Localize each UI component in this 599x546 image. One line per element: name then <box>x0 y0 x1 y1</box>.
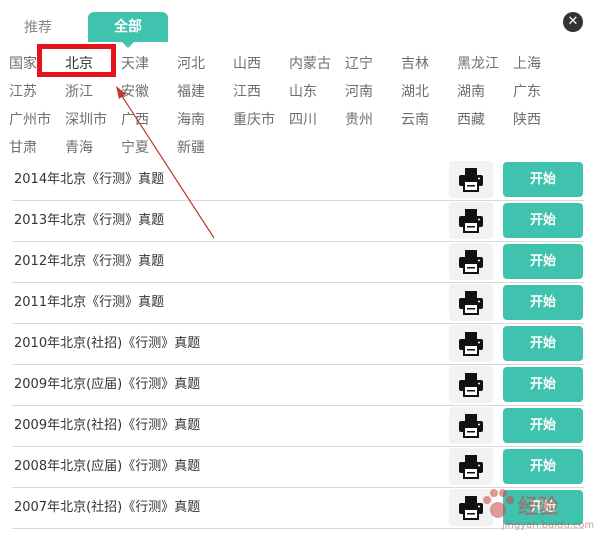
printer-icon <box>459 373 483 397</box>
print-button[interactable] <box>449 284 493 321</box>
region-9[interactable]: 上海 <box>513 54 541 74</box>
start-button[interactable]: 开始 <box>503 326 583 361</box>
start-button[interactable]: 开始 <box>503 162 583 197</box>
tab-all[interactable]: 全部 <box>88 12 168 48</box>
region-20[interactable]: 广州市 <box>9 110 51 130</box>
start-button[interactable]: 开始 <box>503 367 583 402</box>
exam-row: 2009年北京(社招)《行测》真题 开始 <box>12 406 584 447</box>
region-28[interactable]: 西藏 <box>457 110 485 130</box>
exam-row: 2012年北京《行测》真题 开始 <box>12 242 584 283</box>
exam-row: 2010年北京(社招)《行测》真题 开始 <box>12 324 584 365</box>
watermark-url: jingyan.baidu.com <box>502 520 595 531</box>
region-7[interactable]: 吉林 <box>401 54 429 74</box>
exam-row: 2008年北京(应届)《行测》真题 开始 <box>12 447 584 488</box>
exam-title[interactable]: 2014年北京《行测》真题 <box>14 160 164 200</box>
region-13[interactable]: 福建 <box>177 82 205 102</box>
region-26[interactable]: 贵州 <box>345 110 373 130</box>
exam-title[interactable]: 2009年北京(应届)《行测》真题 <box>14 365 200 405</box>
region-5[interactable]: 内蒙古 <box>289 54 331 74</box>
tab-recommended[interactable]: 推荐 <box>14 16 62 40</box>
exam-title[interactable]: 2008年北京(应届)《行测》真题 <box>14 447 200 487</box>
region-17[interactable]: 湖北 <box>401 82 429 102</box>
region-27[interactable]: 云南 <box>401 110 429 130</box>
region-29[interactable]: 陕西 <box>513 110 541 130</box>
print-button[interactable] <box>449 448 493 485</box>
highlight-box <box>37 44 116 77</box>
region-4[interactable]: 山西 <box>233 54 261 74</box>
region-11[interactable]: 浙江 <box>65 82 93 102</box>
exam-selector-page: 推荐 全部 ✕ 国家 北京 天津 河北 山西 内蒙古 辽宁 吉林 黑龙江 上海 江苏 浙江 安徽 福建 江西… <box>0 0 599 546</box>
close-button[interactable]: ✕ <box>563 12 583 32</box>
print-button[interactable] <box>449 366 493 403</box>
start-button[interactable]: 开始 <box>503 449 583 484</box>
exam-row: 2013年北京《行测》真题 开始 <box>12 201 584 242</box>
print-button[interactable] <box>449 407 493 444</box>
start-button[interactable]: 开始 <box>503 408 583 443</box>
print-button[interactable] <box>449 325 493 362</box>
printer-icon <box>459 168 483 192</box>
start-button[interactable]: 开始 <box>503 203 583 238</box>
exam-row: 2009年北京(应届)《行测》真题 开始 <box>12 365 584 406</box>
region-24[interactable]: 重庆市 <box>233 110 275 130</box>
region-15[interactable]: 山东 <box>289 82 317 102</box>
printer-icon <box>459 414 483 438</box>
exam-title[interactable]: 2009年北京(社招)《行测》真题 <box>14 406 200 446</box>
region-18[interactable]: 湖南 <box>457 82 485 102</box>
region-30[interactable]: 甘肃 <box>9 138 37 158</box>
region-25[interactable]: 四川 <box>289 110 317 130</box>
printer-icon <box>459 250 483 274</box>
exam-title[interactable]: 2013年北京《行测》真题 <box>14 201 164 241</box>
region-0[interactable]: 国家 <box>9 54 37 74</box>
region-31[interactable]: 青海 <box>65 138 93 158</box>
exam-title[interactable]: 2007年北京(社招)《行测》真题 <box>14 488 200 528</box>
watermark: 经验 jingyan.baidu.com <box>478 484 596 542</box>
watermark-text: 经验 <box>518 494 558 518</box>
region-6[interactable]: 辽宁 <box>345 54 373 74</box>
region-8[interactable]: 黑龙江 <box>457 54 499 74</box>
printer-icon <box>459 455 483 479</box>
print-button[interactable] <box>449 202 493 239</box>
region-32[interactable]: 宁夏 <box>121 138 149 158</box>
start-button[interactable]: 开始 <box>503 285 583 320</box>
region-33[interactable]: 新疆 <box>177 138 205 158</box>
region-22[interactable]: 广西 <box>121 110 149 130</box>
exam-row: 2011年北京《行测》真题 开始 <box>12 283 584 324</box>
region-3[interactable]: 河北 <box>177 54 205 74</box>
region-12[interactable]: 安徽 <box>121 82 149 102</box>
print-button[interactable] <box>449 243 493 280</box>
printer-icon <box>459 291 483 315</box>
region-19[interactable]: 广东 <box>513 82 541 102</box>
start-button[interactable]: 开始 <box>503 244 583 279</box>
region-16[interactable]: 河南 <box>345 82 373 102</box>
exam-title[interactable]: 2012年北京《行测》真题 <box>14 242 164 282</box>
exam-title[interactable]: 2010年北京(社招)《行测》真题 <box>14 324 200 364</box>
region-21[interactable]: 深圳市 <box>65 110 107 130</box>
print-button[interactable] <box>449 161 493 198</box>
region-2[interactable]: 天津 <box>121 54 149 74</box>
region-23[interactable]: 海南 <box>177 110 205 130</box>
exam-title[interactable]: 2011年北京《行测》真题 <box>14 283 164 323</box>
printer-icon <box>459 209 483 233</box>
close-icon: ✕ <box>567 14 579 29</box>
printer-icon <box>459 332 483 356</box>
region-14[interactable]: 江西 <box>233 82 261 102</box>
exam-row: 2014年北京《行测》真题 开始 <box>12 160 584 201</box>
region-10[interactable]: 江苏 <box>9 82 37 102</box>
